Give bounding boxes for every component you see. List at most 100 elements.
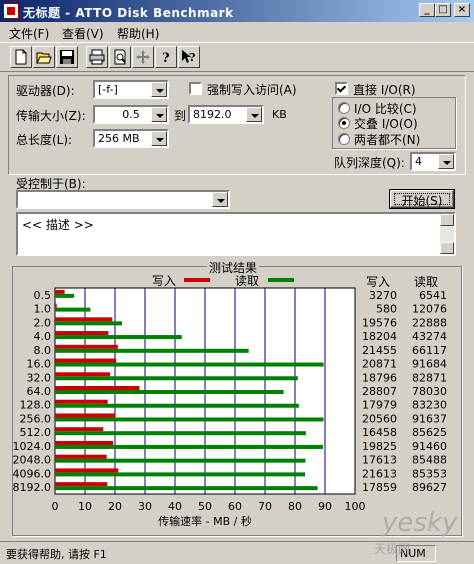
category-label: 4096.0 xyxy=(13,467,52,480)
read-bar xyxy=(55,321,123,326)
write-bar xyxy=(55,386,140,390)
category-label: 32.0 xyxy=(27,371,52,384)
print-preview-button[interactable] xyxy=(109,46,131,68)
to-label: 到 xyxy=(174,109,187,123)
transfer-from-value: 0.5 xyxy=(122,108,140,121)
overlapped-io-radio[interactable] xyxy=(338,117,350,129)
x-tick-label: 50 xyxy=(198,500,212,513)
category-label: 512.0 xyxy=(20,426,52,439)
write-bar xyxy=(55,468,119,473)
drive-value: [-f-] xyxy=(98,83,118,96)
direct-io-checkbox[interactable] xyxy=(335,82,348,95)
write-value: 18796 xyxy=(362,371,397,384)
total-length-label: 总长度(L): xyxy=(16,133,73,147)
direct-io-label: 直接 I/O(R) xyxy=(353,83,416,97)
controlled-by-select[interactable] xyxy=(16,190,230,209)
write-bar xyxy=(55,454,107,459)
open-button[interactable] xyxy=(33,46,55,68)
help-button[interactable]: ? xyxy=(155,46,177,68)
context-help-icon: ? xyxy=(182,50,195,64)
chevron-down-icon[interactable] xyxy=(212,192,228,207)
description-textarea[interactable]: << 描述 >> xyxy=(16,212,456,256)
x-tick-label: 10 xyxy=(78,500,92,513)
new-button[interactable] xyxy=(10,46,32,68)
read-bar xyxy=(55,417,324,422)
write-bar xyxy=(55,344,118,349)
category-label: 1024.0 xyxy=(13,440,52,453)
help-icon: ? xyxy=(162,51,170,65)
transfer-to-value: 8192.0 xyxy=(193,108,232,121)
save-icon xyxy=(60,50,74,64)
drive-select[interactable]: [-f-] xyxy=(93,80,169,99)
write-value: 21613 xyxy=(362,467,397,480)
category-label: 1.0 xyxy=(34,303,52,316)
write-bar xyxy=(55,372,111,377)
force-write-checkbox[interactable] xyxy=(189,82,202,95)
x-tick-label: 100 xyxy=(345,500,366,513)
category-label: 8192.0 xyxy=(13,481,52,494)
io-compare-radio[interactable] xyxy=(338,102,350,114)
scroll-up-arrow-icon[interactable] xyxy=(440,214,454,226)
scroll-down-arrow-icon[interactable] xyxy=(440,242,454,254)
drive-label: 驱动器(D): xyxy=(16,84,75,98)
x-tick-label: 70 xyxy=(258,500,272,513)
read-value: 43274 xyxy=(412,330,447,343)
total-length-select[interactable]: 256 MB xyxy=(93,129,169,148)
chevron-down-icon[interactable] xyxy=(438,154,454,169)
menu-help[interactable]: 帮助(H) xyxy=(117,25,159,42)
close-button[interactable]: × xyxy=(454,3,470,17)
menu-view[interactable]: 查看(V) xyxy=(62,25,104,42)
save-button[interactable] xyxy=(56,46,78,68)
start-button[interactable]: 开始(S) xyxy=(389,189,455,209)
menu-file[interactable]: 文件(F) xyxy=(9,25,49,42)
transfer-size-label: 传输大小(Z): xyxy=(16,109,86,123)
read-value: 91637 xyxy=(412,412,447,425)
queue-depth-value: 4 xyxy=(415,155,422,168)
write-value: 18204 xyxy=(362,330,397,343)
chevron-down-icon[interactable] xyxy=(151,131,167,146)
start-button-label: 开始(S) xyxy=(401,194,443,208)
force-write-label: 强制写入访问(A) xyxy=(207,83,297,97)
description-scrollbar[interactable] xyxy=(440,214,454,254)
write-value: 580 xyxy=(376,303,397,316)
read-bar xyxy=(55,472,306,477)
category-label: 4.0 xyxy=(34,330,52,343)
write-value: 19825 xyxy=(362,440,397,453)
write-value: 28807 xyxy=(362,385,397,398)
read-value: 82871 xyxy=(412,371,447,384)
write-bar xyxy=(55,482,108,487)
minimize-button[interactable]: _ xyxy=(419,3,435,17)
write-value: 17859 xyxy=(362,481,397,494)
read-bar xyxy=(55,293,75,298)
read-value: 66117 xyxy=(412,344,447,357)
maximize-button[interactable]: □ xyxy=(435,3,451,17)
read-value: 85488 xyxy=(412,454,447,467)
app-icon[interactable] xyxy=(3,3,19,19)
read-bar xyxy=(55,431,306,436)
write-value: 17979 xyxy=(362,399,397,412)
category-label: 0.5 xyxy=(34,289,52,302)
category-label: 8.0 xyxy=(34,344,52,357)
chevron-down-icon[interactable] xyxy=(151,107,167,122)
new-file-icon xyxy=(15,49,27,65)
chevron-down-icon[interactable] xyxy=(246,107,262,122)
title-bar[interactable]: 无标题 - ATTO Disk Benchmark _ □ × xyxy=(0,0,474,22)
category-label: 2048.0 xyxy=(13,454,52,467)
window-title: 无标题 - ATTO Disk Benchmark xyxy=(23,6,234,20)
chevron-down-icon[interactable] xyxy=(151,82,167,97)
move-button[interactable] xyxy=(132,46,154,68)
transfer-from-input[interactable]: 0.5 xyxy=(93,105,169,124)
read-bar xyxy=(55,403,299,408)
context-help-button[interactable]: ? xyxy=(178,46,200,68)
write-bar xyxy=(55,399,108,404)
read-value: 89627 xyxy=(412,481,447,494)
write-bar xyxy=(55,331,109,336)
neither-radio[interactable] xyxy=(338,133,350,145)
print-button[interactable] xyxy=(86,46,108,68)
transfer-to-input[interactable]: 8192.0 xyxy=(188,105,264,124)
x-tick-label: 80 xyxy=(288,500,302,513)
x-tick-label: 90 xyxy=(318,500,332,513)
queue-depth-select[interactable]: 4 xyxy=(410,152,456,171)
svg-text:?: ? xyxy=(189,51,195,64)
print-preview-icon xyxy=(114,49,126,65)
